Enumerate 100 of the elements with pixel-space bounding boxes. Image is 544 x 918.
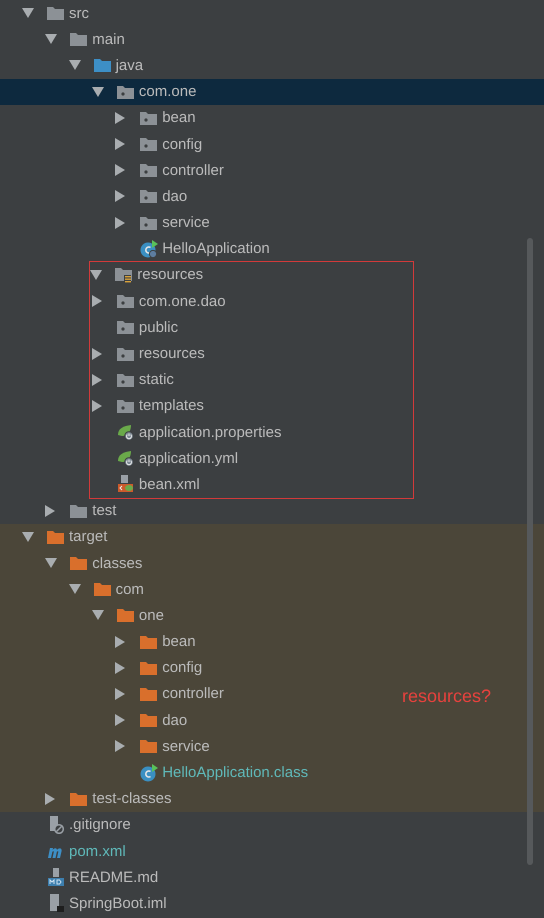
item-label: pom.xml xyxy=(69,844,126,859)
collapse-arrow-icon[interactable] xyxy=(92,348,102,360)
tree-item[interactable]: HelloApplication xyxy=(0,236,544,262)
tree-item[interactable]: src xyxy=(0,0,544,26)
collapse-arrow-icon[interactable] xyxy=(115,112,126,124)
package-icon xyxy=(140,216,158,230)
tree-item[interactable]: bean xyxy=(0,104,544,131)
expand-arrow-icon[interactable] xyxy=(45,34,58,44)
item-label: test xyxy=(92,503,116,518)
tree-item[interactable]: application.properties xyxy=(90,419,414,446)
item-label: HelloApplication.class xyxy=(162,765,308,780)
expand-arrow-icon[interactable] xyxy=(45,558,58,568)
spring-config-icon xyxy=(116,449,135,468)
item-label: .gitignore xyxy=(69,817,131,832)
tree-item[interactable]: controller resources? xyxy=(0,680,544,708)
tree-item[interactable]: config xyxy=(0,130,544,158)
tree-item[interactable]: test xyxy=(0,498,544,524)
expand-arrow-icon[interactable] xyxy=(92,610,104,620)
resources-folder-icon xyxy=(115,266,132,283)
item-label: resources xyxy=(138,346,205,362)
item-label: dao xyxy=(162,188,188,204)
collapse-arrow-icon[interactable] xyxy=(115,714,126,726)
item-label: config xyxy=(162,660,202,676)
folder-icon xyxy=(47,530,64,544)
tree-item[interactable]: dao xyxy=(0,183,544,210)
expand-arrow-icon[interactable] xyxy=(68,584,81,594)
tree-item[interactable]: README.md xyxy=(0,864,544,890)
tree-item[interactable]: target xyxy=(0,524,544,550)
tree-item[interactable]: classes xyxy=(0,550,544,576)
folder-icon xyxy=(70,556,88,570)
collapse-arrow-icon[interactable] xyxy=(92,400,102,412)
item-label: bean.xml xyxy=(138,476,200,492)
tree-item[interactable]: bean xyxy=(0,628,544,655)
item-label: static xyxy=(138,372,174,388)
item-label: HelloApplication xyxy=(162,241,270,256)
annotation-text: resources? xyxy=(402,684,492,708)
tree-item[interactable]: com xyxy=(0,576,544,602)
package-icon xyxy=(116,84,134,99)
item-label: classes xyxy=(92,556,142,571)
item-label: com.one xyxy=(138,84,196,100)
tree-item[interactable]: resources xyxy=(90,340,414,367)
folder-icon xyxy=(140,660,158,675)
tree-item[interactable]: bean.xml xyxy=(90,471,414,498)
item-label: dao xyxy=(162,712,188,728)
tree-item[interactable]: application.yml xyxy=(90,445,414,472)
xml-file-icon xyxy=(116,475,135,494)
ignore-file-icon xyxy=(47,816,65,834)
expand-arrow-icon[interactable] xyxy=(68,60,81,70)
collapse-arrow-icon[interactable] xyxy=(115,138,126,150)
collapse-arrow-icon[interactable] xyxy=(45,792,56,805)
tree-item[interactable]: resources xyxy=(90,262,414,288)
tree-item[interactable]: main xyxy=(0,26,544,52)
item-label: config xyxy=(162,136,202,152)
class-icon xyxy=(140,240,158,258)
tree-item[interactable]: static xyxy=(90,366,414,393)
collapse-arrow-icon[interactable] xyxy=(92,374,102,386)
collapse-arrow-icon[interactable] xyxy=(115,164,126,176)
package-icon xyxy=(140,163,158,178)
folder-icon xyxy=(140,713,158,728)
tree-item[interactable]: controller xyxy=(0,157,544,184)
tree-item[interactable]: java xyxy=(0,52,544,79)
collapse-arrow-icon[interactable] xyxy=(45,504,56,517)
expand-arrow-icon[interactable] xyxy=(92,86,104,97)
folder-icon xyxy=(140,739,158,754)
collapse-arrow-icon[interactable] xyxy=(115,740,126,752)
folder-icon xyxy=(94,582,111,596)
expand-arrow-icon[interactable] xyxy=(22,8,34,18)
tree-item[interactable]: service xyxy=(0,733,544,760)
item-label: controller xyxy=(162,162,224,178)
tree-item[interactable]: config xyxy=(0,654,544,681)
tree-item[interactable]: SpringBoot.iml xyxy=(0,890,544,917)
item-label: resources xyxy=(137,267,204,282)
item-label: controller xyxy=(162,686,224,702)
scrollbar[interactable] xyxy=(527,238,533,865)
collapse-arrow-icon[interactable] xyxy=(115,688,126,700)
markdown-file-icon xyxy=(47,868,65,886)
spring-config-icon xyxy=(116,423,135,442)
tree-item[interactable]: com.one.dao xyxy=(90,288,414,314)
collapse-arrow-icon[interactable] xyxy=(115,636,126,648)
tree-item[interactable]: test-classes xyxy=(0,786,544,812)
tree-item[interactable]: pom.xml xyxy=(0,838,544,864)
class-icon xyxy=(140,764,158,782)
tree-item[interactable]: templates xyxy=(90,392,414,419)
expand-arrow-icon[interactable] xyxy=(22,532,34,542)
item-label: SpringBoot.iml xyxy=(69,896,167,911)
item-label: public xyxy=(138,320,178,335)
tree-item[interactable]: one xyxy=(0,602,544,628)
tree-item[interactable]: HelloApplication.class xyxy=(0,759,544,786)
tree-item[interactable]: service xyxy=(0,210,544,236)
package-icon xyxy=(116,320,134,334)
expand-arrow-icon[interactable] xyxy=(90,270,102,280)
collapse-arrow-icon[interactable] xyxy=(115,190,126,202)
collapse-arrow-icon[interactable] xyxy=(115,662,126,674)
tree-item[interactable]: .gitignore xyxy=(0,812,544,838)
tree-item[interactable]: com.one xyxy=(0,78,544,105)
collapse-arrow-icon[interactable] xyxy=(115,216,126,229)
tree-item[interactable]: public xyxy=(90,314,414,340)
collapse-arrow-icon[interactable] xyxy=(92,295,102,308)
tree-item[interactable]: dao xyxy=(0,707,544,734)
item-label: com.one.dao xyxy=(138,294,226,309)
